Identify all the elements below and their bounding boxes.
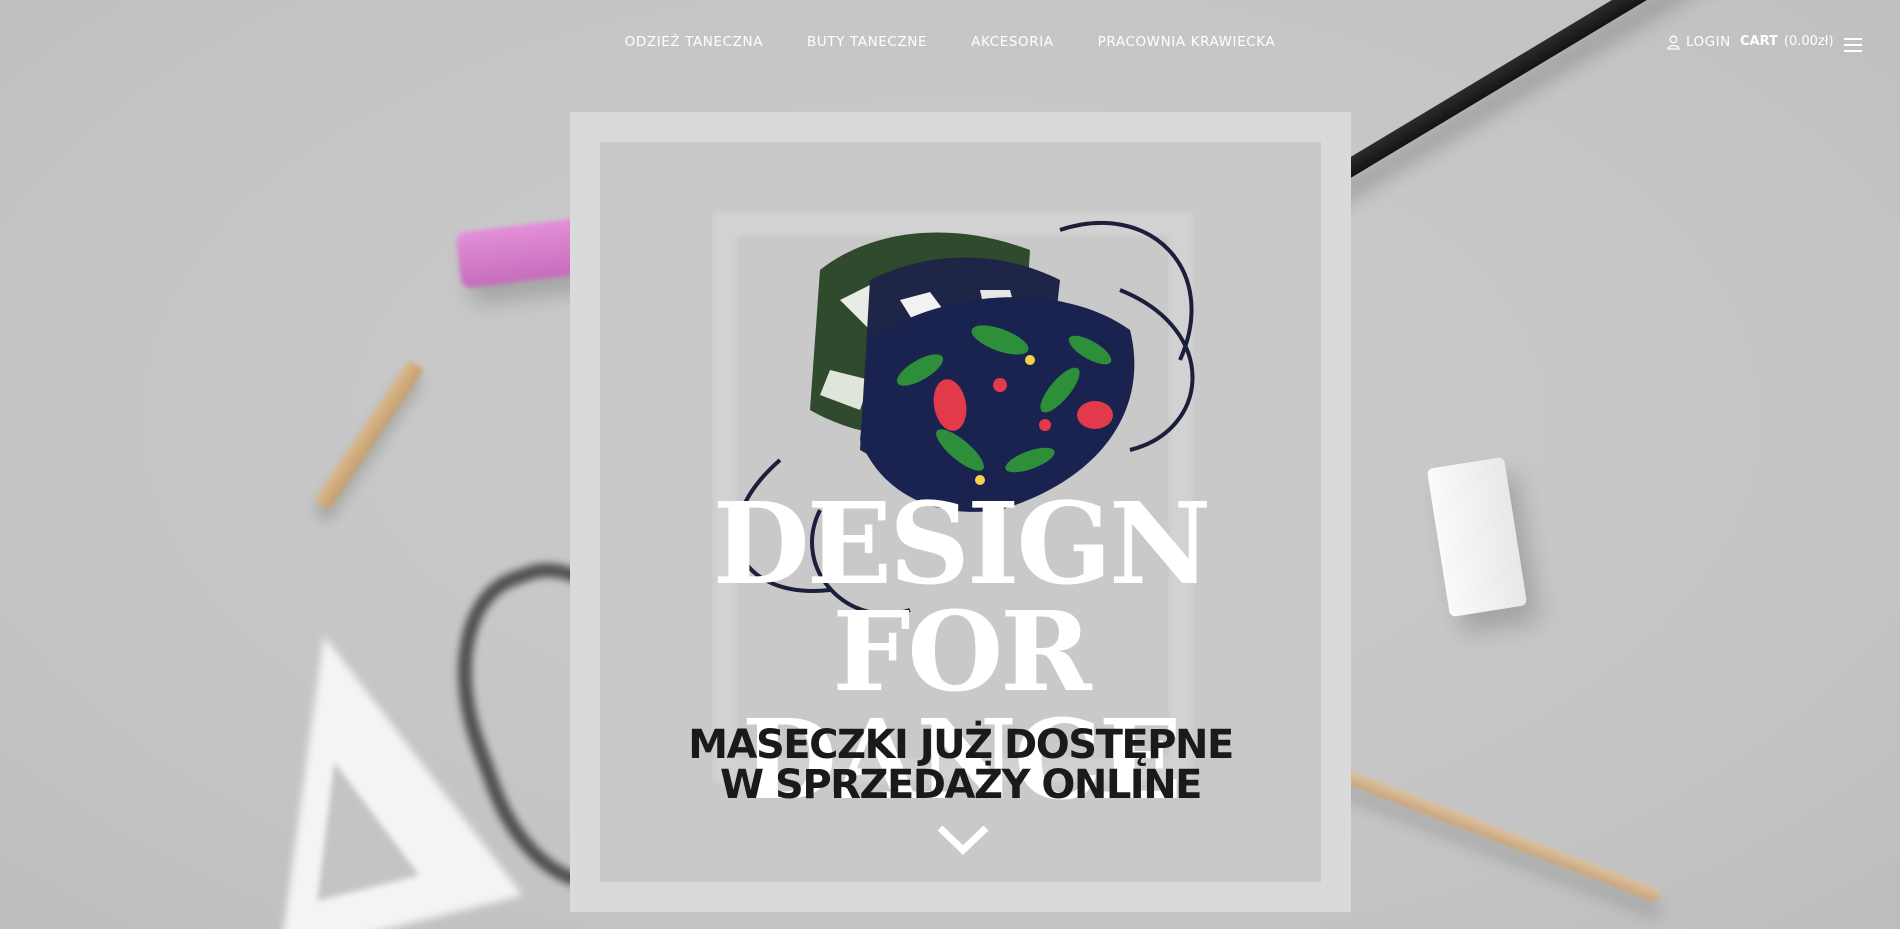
- hero-subtitle: MASECZKI JUŻ DOSTĘPNE W SPRZEDAŻY ONLINE: [600, 725, 1321, 805]
- nav-item-pracownia-krawiecka[interactable]: PRACOWNIA KRAWIECKA: [1098, 34, 1276, 50]
- nav-item-odziez-taneczna[interactable]: ODZIEŻ TANECZNA: [625, 34, 763, 50]
- hero-subtitle-line2: W SPRZEDAŻY ONLINE: [719, 762, 1203, 808]
- cart-label: CART: [1740, 34, 1778, 49]
- white-eraser-image: [1426, 456, 1528, 618]
- login-label: LOGIN: [1686, 34, 1731, 50]
- login-link[interactable]: LOGIN: [1667, 34, 1731, 50]
- hero-subtitle-line1: MASECZKI JUŻ DOSTĘPNE: [688, 722, 1234, 768]
- hero-title-line1: DESIGN: [712, 479, 1212, 610]
- main-nav: ODZIEŻ TANECZNA BUTY TANECZNE AKCESORIA …: [0, 34, 1900, 50]
- nav-item-buty-taneczne[interactable]: BUTY TANECZNE: [807, 34, 927, 50]
- chevron-down-icon[interactable]: [936, 822, 990, 856]
- user-icon: [1667, 35, 1680, 50]
- cart-amount: (0.00zł): [1783, 34, 1834, 49]
- cart-link[interactable]: CART (0.00zł): [1740, 34, 1834, 49]
- nav-item-akcesoria[interactable]: AKCESORIA: [971, 34, 1054, 50]
- hamburger-menu-icon[interactable]: [1844, 38, 1862, 56]
- small-pencil-image: [314, 359, 424, 511]
- site-header: ODZIEŻ TANECZNA BUTY TANECZNE AKCESORIA …: [0, 0, 1900, 88]
